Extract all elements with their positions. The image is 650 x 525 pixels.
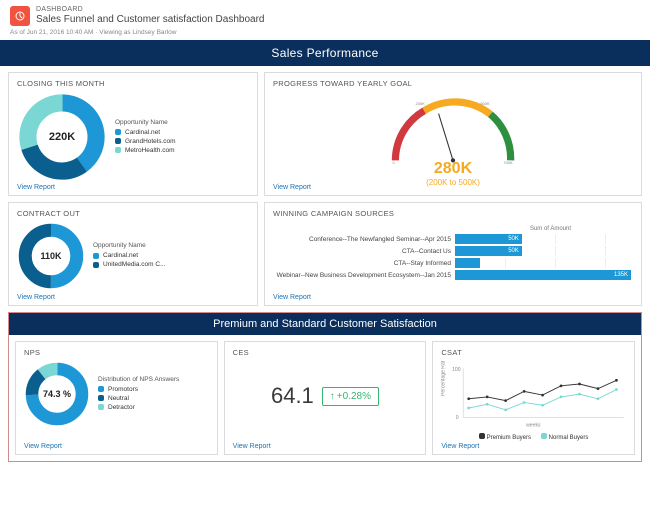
card-title: CONTRACT OUT [17,209,249,218]
csat-card: CSAT Percentage Rate 100 0 weeks Premium… [432,341,635,455]
view-report-link[interactable]: View Report [233,443,271,450]
dashboard-app-icon [10,6,30,26]
sales-performance-band: Sales Performance [0,40,650,66]
svg-text:200K: 200K [416,101,426,106]
winning-campaigns-card: WINNING CAMPAIGN SOURCES Sum of Amount C… [264,202,642,306]
page-title: Sales Funnel and Customer satisfaction D… [36,14,264,25]
closing-this-month-card: CLOSING THIS MONTH 220K Opportunity Name… [8,72,258,196]
card-title: WINNING CAMPAIGN SOURCES [273,209,633,218]
contract-out-card: CONTRACT OUT 110K Opportunity Name Cardi… [8,202,258,306]
svg-text:0: 0 [393,160,396,164]
closing-legend: Opportunity Name Cardinal.net GrandHotel… [115,119,176,156]
view-report-link[interactable]: View Report [24,443,62,450]
gauge-range: (200K to 500K) [323,178,583,187]
sales-grid: CLOSING THIS MONTH 220K Opportunity Name… [0,66,650,312]
gauge-chart: 0 200K 500K 700K 280K (200K to 500K) [323,92,583,187]
view-report-link[interactable]: View Report [17,294,55,301]
card-title: PROGRESS TOWARD YEARLY GOAL [273,79,633,88]
card-title: CSAT [441,348,626,357]
progress-goal-card: PROGRESS TOWARD YEARLY GOAL 0 200K 500K … [264,72,642,196]
view-report-link[interactable]: View Report [17,184,55,191]
bar-row: Conference--The Newfangled Seminar--Apr … [275,234,631,244]
bar-chart: Sum of Amount Conference--The Newfangled… [273,222,633,296]
contract-donut-chart: 110K [17,222,85,290]
card-title: CLOSING THIS MONTH [17,79,249,88]
donut-center-value: 220K [17,92,107,182]
bar-row: CTA--Contact Us50K [275,246,631,256]
donut-center-value: 74.3 % [24,361,90,427]
card-title: CES [233,348,418,357]
svg-text:500K: 500K [480,101,490,106]
nps-card: NPS 74.3 % Distribution of NPS Answers P… [15,341,218,455]
ces-delta-badge: ↑+0.28% [322,387,379,406]
closing-donut-chart: 220K [17,92,107,182]
nps-legend: Distribution of NPS Answers Promotors Ne… [98,376,179,413]
view-report-link[interactable]: View Report [273,294,311,301]
bar-row: CTA--Stay Informed [275,258,631,268]
ces-value: 64.1 [271,383,314,409]
customer-satisfaction-section: Premium and Standard Customer Satisfacti… [8,312,642,462]
svg-text:100: 100 [452,367,461,373]
dashboard-header: DASHBOARD Sales Funnel and Customer sati… [0,0,650,40]
nps-donut-chart: 74.3 % [24,361,90,427]
view-report-link[interactable]: View Report [441,443,479,450]
viewing-as-subline: As of Jun 21, 2016 10:40 AM · Viewing as… [10,29,640,36]
ces-card: CES 64.1 ↑+0.28% View Report [224,341,427,455]
csat-legend: Premium Buyers Normal Buyers [441,433,626,441]
svg-text:0: 0 [456,415,459,421]
svg-text:700K: 700K [503,160,513,164]
csat-line-chart: Percentage Rate 100 0 weeks [441,361,626,431]
card-title: NPS [24,348,209,357]
cs-band: Premium and Standard Customer Satisfacti… [9,313,641,335]
svg-text:weeks: weeks [526,422,541,428]
view-report-link[interactable]: View Report [273,184,311,191]
bar-row: Webinar--New Business Development Ecosys… [275,270,631,280]
svg-text:Percentage Rate: Percentage Rate [441,361,447,396]
breadcrumb: DASHBOARD [36,6,264,13]
contract-legend: Opportunity Name Cardinal.net UnitedMedi… [93,242,166,270]
donut-center-value: 110K [17,222,85,290]
arrow-up-icon: ↑ [330,391,335,402]
